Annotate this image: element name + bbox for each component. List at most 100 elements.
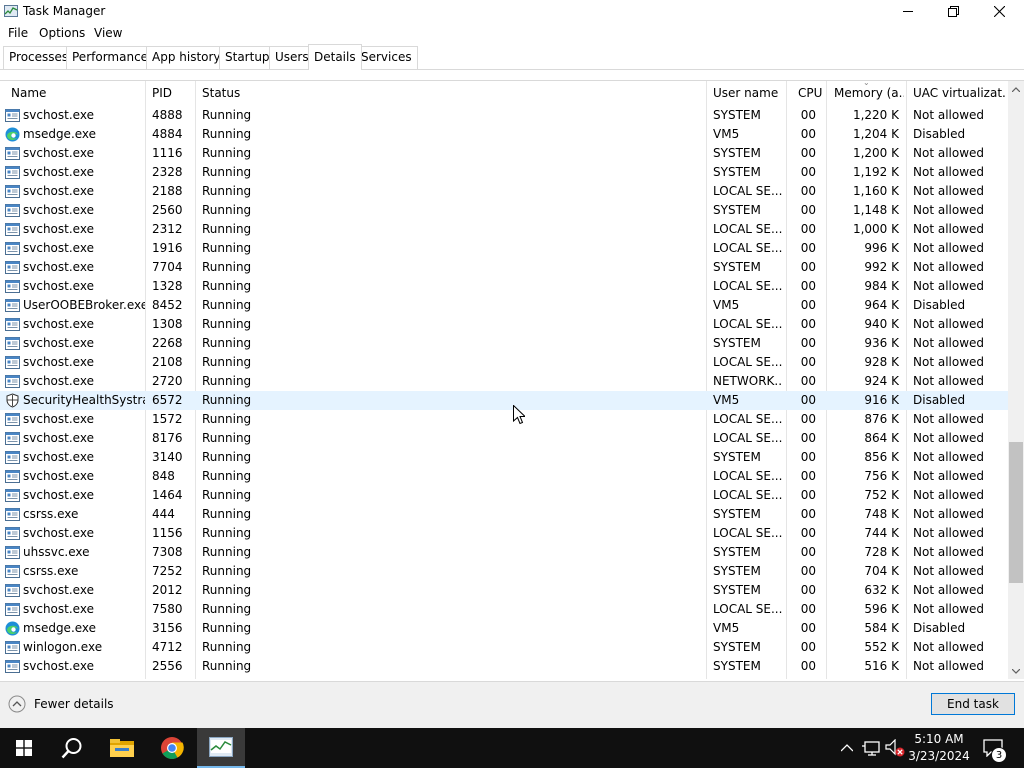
- process-uac: Not allowed: [913, 108, 985, 122]
- menu-file[interactable]: File: [8, 26, 28, 40]
- table-row[interactable]: svchost.exe 1308 Running LOCAL SE... 00 940 K…: [0, 315, 1008, 334]
- menu-options[interactable]: Options: [39, 26, 85, 40]
- table-row[interactable]: svchost.exe 2312 Running LOCAL SE... 00 1,000…: [0, 220, 1008, 239]
- column-header-status[interactable]: Status: [202, 86, 702, 100]
- process-pid: 2108: [152, 355, 183, 369]
- file-explorer-button[interactable]: [98, 728, 146, 768]
- network-tray-button[interactable]: [860, 728, 882, 768]
- chrome-button[interactable]: [148, 728, 196, 768]
- process-cpu: 00: [800, 526, 816, 540]
- process-user: LOCAL SE...: [713, 355, 783, 369]
- vertical-scrollbar[interactable]: [1008, 81, 1024, 679]
- process-uac: Disabled: [913, 298, 966, 312]
- process-user: SYSTEM: [713, 165, 761, 179]
- table-row[interactable]: svchost.exe 1156 Running LOCAL SE... 00 744 K…: [0, 524, 1008, 543]
- table-row[interactable]: svchost.exe 4888 Running SYSTEM 00 1,220 K Not…: [0, 106, 1008, 125]
- show-hidden-icons-button[interactable]: [838, 728, 856, 768]
- collapse-chevron-icon[interactable]: [8, 695, 26, 713]
- process-cpu: 00: [800, 488, 816, 502]
- search-button[interactable]: [48, 728, 96, 768]
- table-row[interactable]: SecurityHealthSystra... 6572 Running VM5 00 9…: [0, 391, 1008, 410]
- table-row[interactable]: svchost.exe 7704 Running SYSTEM 00 992 K Not a…: [0, 258, 1008, 277]
- details-table: Name PID Status User name CPU ⌄ Memory (…: [0, 78, 1024, 680]
- column-header-uac[interactable]: UAC virtualizat...: [913, 86, 1005, 100]
- column-header-cpu[interactable]: CPU: [798, 86, 824, 100]
- process-name: svchost.exe: [23, 184, 94, 198]
- table-row[interactable]: svchost.exe 2188 Running LOCAL SE... 00 1,160…: [0, 182, 1008, 201]
- service-host-icon: [5, 451, 20, 464]
- taskbar-clock[interactable]: 5:10 AM 3/23/2024: [900, 731, 978, 765]
- table-row[interactable]: svchost.exe 1464 Running LOCAL SE... 00 752 K…: [0, 486, 1008, 505]
- process-memory: 1,200 K: [852, 146, 899, 160]
- table-row[interactable]: svchost.exe 2012 Running SYSTEM 00 632 K Not a…: [0, 581, 1008, 600]
- process-pid: 2268: [152, 336, 183, 350]
- tab-processes[interactable]: Processes: [3, 46, 75, 69]
- process-uac: Not allowed: [913, 583, 985, 597]
- restore-button[interactable]: [930, 0, 976, 22]
- table-row[interactable]: svchost.exe 2108 Running LOCAL SE... 00 928 K…: [0, 353, 1008, 372]
- scrollbar-thumb[interactable]: [1009, 442, 1023, 583]
- tab-details[interactable]: Details: [308, 44, 362, 70]
- fewer-details-link[interactable]: Fewer details: [34, 697, 114, 711]
- service-host-icon: [5, 109, 20, 122]
- scroll-up-button[interactable]: [1008, 81, 1024, 97]
- process-memory: 940 K: [864, 317, 899, 331]
- process-status: Running: [202, 564, 252, 578]
- column-header-user-name[interactable]: User name: [713, 86, 783, 100]
- process-uac: Not allowed: [913, 640, 985, 654]
- menu-bar: File Options View: [0, 23, 1024, 43]
- minimize-button[interactable]: [885, 0, 931, 22]
- table-row[interactable]: svchost.exe 3140 Running SYSTEM 00 856 K Not a…: [0, 448, 1008, 467]
- task-manager-taskbar-button[interactable]: [197, 728, 245, 768]
- table-row[interactable]: msedge.exe 4884 Running VM5 00 1,204 K Disable…: [0, 125, 1008, 144]
- table-row[interactable]: svchost.exe 7580 Running LOCAL SE... 00 596 K…: [0, 600, 1008, 619]
- end-task-button[interactable]: End task: [931, 693, 1015, 715]
- process-pid: 2328: [152, 165, 183, 179]
- process-cpu: 00: [800, 564, 816, 578]
- process-pid: 1464: [152, 488, 183, 502]
- table-row[interactable]: svchost.exe 1116 Running SYSTEM 00 1,200 K Not…: [0, 144, 1008, 163]
- tab-performance[interactable]: Performance: [66, 46, 155, 69]
- table-row[interactable]: csrss.exe 7252 Running SYSTEM 00 704 K Not all…: [0, 562, 1008, 581]
- table-row[interactable]: svchost.exe 1328 Running LOCAL SE... 00 984 K…: [0, 277, 1008, 296]
- menu-view[interactable]: View: [94, 26, 122, 40]
- table-row[interactable]: msedge.exe 3156 Running VM5 00 584 K Disabled: [0, 619, 1008, 638]
- table-row[interactable]: svchost.exe 848 Running LOCAL SE... 00 756 K N…: [0, 467, 1008, 486]
- process-pid: 1116: [152, 146, 183, 160]
- process-uac: Not allowed: [913, 659, 985, 673]
- table-row[interactable]: winlogon.exe 4712 Running SYSTEM 00 552 K Not …: [0, 638, 1008, 657]
- table-row[interactable]: UserOOBEBroker.exe 8452 Running VM5 00 964 K D…: [0, 296, 1008, 315]
- table-row[interactable]: svchost.exe 1572 Running LOCAL SE... 00 876 K…: [0, 410, 1008, 429]
- table-row[interactable]: svchost.exe 2328 Running SYSTEM 00 1,192 K Not…: [0, 163, 1008, 182]
- table-row[interactable]: svchost.exe 2268 Running SYSTEM 00 936 K Not a…: [0, 334, 1008, 353]
- table-row[interactable]: svchost.exe 2556 Running SYSTEM 00 516 K Not a…: [0, 657, 1008, 676]
- column-header-name[interactable]: Name: [11, 86, 141, 100]
- tab-startup[interactable]: Startup: [219, 46, 276, 69]
- tab-services[interactable]: Services: [355, 46, 418, 69]
- process-name: svchost.exe: [23, 412, 94, 426]
- process-user: SYSTEM: [713, 640, 761, 654]
- process-cpu: 00: [800, 108, 816, 122]
- scroll-down-button[interactable]: [1008, 663, 1024, 679]
- tab-app-history[interactable]: App history: [146, 46, 227, 69]
- service-host-icon: [5, 242, 20, 255]
- table-row[interactable]: svchost.exe 2720 Running NETWORK... 00 924 K N…: [0, 372, 1008, 391]
- table-row[interactable]: svchost.exe 8176 Running LOCAL SE... 00 864 K…: [0, 429, 1008, 448]
- start-button[interactable]: [0, 728, 48, 768]
- table-row[interactable]: csrss.exe 444 Running SYSTEM 00 748 K Not allo…: [0, 505, 1008, 524]
- close-button[interactable]: [976, 0, 1022, 22]
- process-cpu: 00: [800, 393, 816, 407]
- table-row[interactable]: svchost.exe 1916 Running LOCAL SE... 00 996 K…: [0, 239, 1008, 258]
- column-header-memory[interactable]: Memory (a...: [834, 86, 904, 100]
- service-host-icon: [5, 356, 20, 369]
- table-row[interactable]: uhssvc.exe 7308 Running SYSTEM 00 728 K Not al…: [0, 543, 1008, 562]
- process-memory: 596 K: [864, 602, 899, 616]
- process-pid: 3156: [152, 621, 183, 635]
- process-uac: Disabled: [913, 621, 966, 635]
- process-cpu: 00: [800, 602, 816, 616]
- process-uac: Not allowed: [913, 260, 985, 274]
- table-row[interactable]: svchost.exe 2560 Running SYSTEM 00 1,148 K Not…: [0, 201, 1008, 220]
- process-cpu: 00: [800, 279, 816, 293]
- column-header-pid[interactable]: PID: [152, 86, 192, 100]
- process-status: Running: [202, 393, 252, 407]
